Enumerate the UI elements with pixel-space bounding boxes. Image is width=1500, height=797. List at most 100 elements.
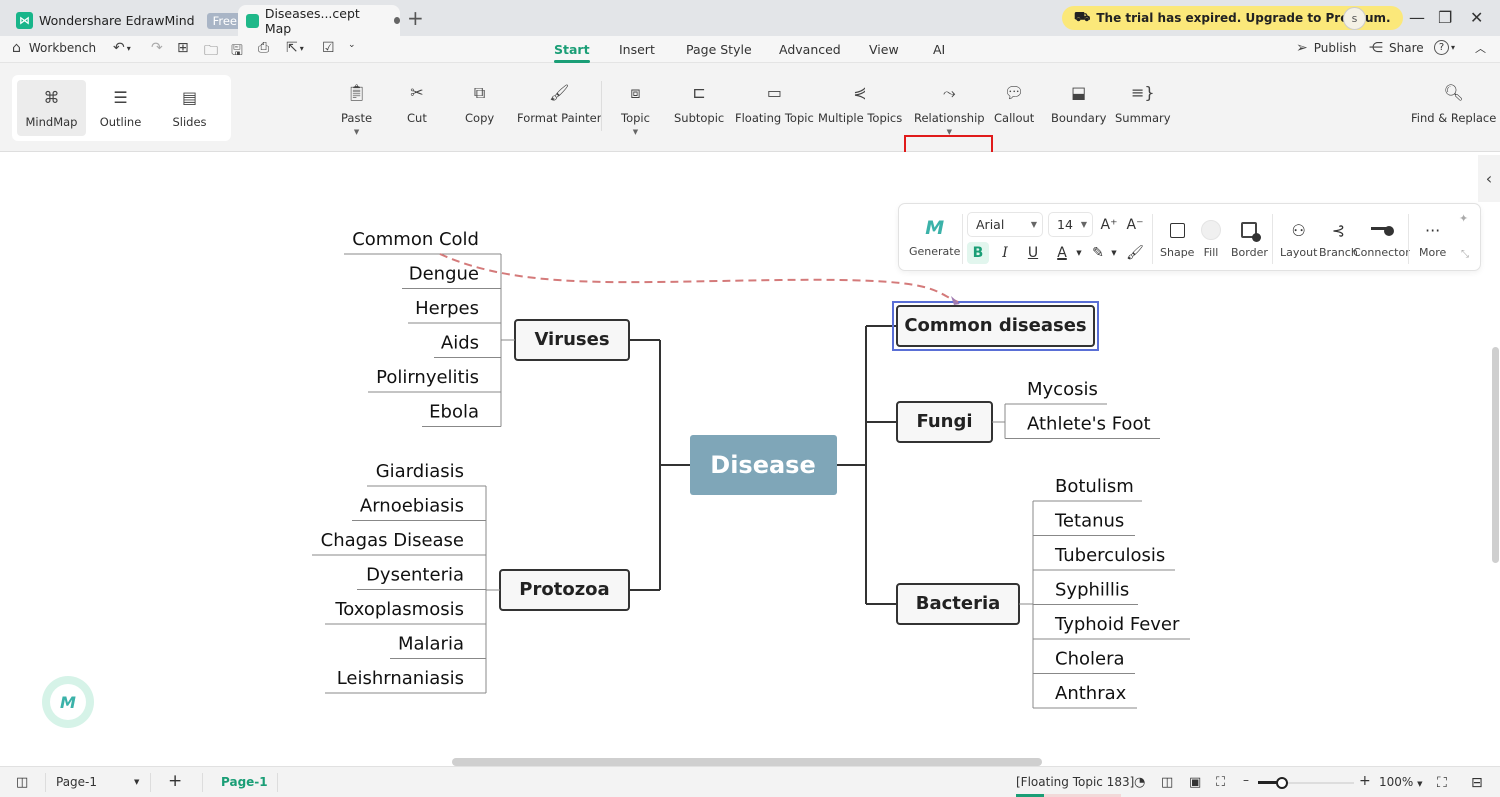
share-button[interactable]: ⋲ Share	[1369, 40, 1424, 56]
new-file-button[interactable]: ⊞	[177, 40, 189, 56]
zoom-slider-handle[interactable]	[1276, 777, 1288, 789]
format-painter-button[interactable]: 🖌︎ Format Painter	[517, 83, 601, 125]
topic-button[interactable]: ⧈ Topic ▼	[621, 83, 650, 136]
clear-format-button[interactable]: 🖌︎	[1124, 242, 1146, 264]
more-button[interactable]: ··· More	[1419, 218, 1446, 260]
tab-view[interactable]: View	[869, 42, 899, 57]
copy-button[interactable]: ⧉ Copy	[465, 83, 494, 125]
fullscreen-button[interactable]: ⛶	[1437, 775, 1447, 791]
subtopic[interactable]: Giardiasis	[376, 461, 464, 482]
subtopic[interactable]: Mycosis	[1027, 379, 1098, 400]
chevron-down-icon[interactable]: ▼	[1103, 242, 1125, 264]
find-replace-button[interactable]: 🔍︎ Find & Replace	[1411, 83, 1496, 125]
tab-ai[interactable]: AI	[933, 42, 945, 57]
subtopic[interactable]: Dengue	[409, 264, 479, 285]
branch-button[interactable]: ⊰ Branch	[1319, 218, 1358, 260]
zoom-slider[interactable]	[1258, 777, 1354, 789]
close-window-button[interactable]: ✕	[1470, 8, 1483, 27]
redo-button[interactable]: ↷	[151, 40, 163, 56]
document-tab[interactable]: Diseases...cept Map	[238, 5, 400, 36]
user-avatar[interactable]: s	[1343, 7, 1366, 30]
relationship-button[interactable]: ⤳ Relationship ▼	[914, 83, 985, 136]
relationship-line[interactable]	[439, 253, 959, 303]
restore-button[interactable]: ❐	[1438, 8, 1452, 27]
boundary-button[interactable]: ⬓ Boundary	[1051, 83, 1106, 125]
new-tab-button[interactable]: +	[407, 6, 424, 30]
bold-button[interactable]: B	[967, 242, 989, 264]
subtopic[interactable]: Common Cold	[352, 229, 479, 250]
subtopic[interactable]: Leishrnaniasis	[337, 668, 464, 689]
subtopic-button[interactable]: ⊏ Subtopic	[674, 83, 724, 125]
minimize-button[interactable]: —	[1409, 8, 1425, 27]
subtopic[interactable]: Typhoid Fever	[1054, 614, 1180, 635]
subtopic[interactable]: Toxoplasmosis	[334, 599, 464, 620]
subtopic[interactable]: Cholera	[1055, 649, 1125, 670]
fill-button[interactable]: Fill	[1201, 218, 1221, 259]
page-panel-toggle[interactable]: ◫	[16, 775, 28, 790]
font-size-select[interactable]: 14 ▼	[1048, 212, 1093, 237]
checklist-button[interactable]: ☑	[322, 40, 335, 56]
workbench-button[interactable]: ⌂ Workbench	[12, 40, 96, 56]
theme-button[interactable]: ◔	[1134, 775, 1145, 790]
shape-button[interactable]: Shape	[1160, 218, 1194, 259]
add-page-button[interactable]: +	[168, 771, 182, 791]
subtopic[interactable]: Dysenteria	[366, 565, 464, 586]
publish-button[interactable]: ➢ Publish	[1296, 40, 1357, 56]
cut-button[interactable]: ✂ Cut	[407, 83, 427, 125]
customize-quickbar-button[interactable]: ⌄	[348, 40, 356, 50]
main-topic-protozoa-label[interactable]: Protozoa	[519, 579, 609, 600]
subtopic[interactable]: Botulism	[1055, 476, 1134, 497]
generate-button[interactable]: M Generate	[909, 216, 960, 258]
page-tab-active[interactable]: Page-1	[221, 775, 268, 789]
open-file-button[interactable]: 🗀	[204, 40, 218, 64]
help-button[interactable]: ? ▾	[1434, 40, 1455, 55]
view-mindmap-button[interactable]: ⌘ MindMap	[17, 80, 86, 136]
horizontal-scrollbar[interactable]	[452, 758, 1042, 766]
subtopic[interactable]: Chagas Disease	[321, 530, 464, 551]
connector-button[interactable]: Connector	[1353, 218, 1410, 259]
underline-button[interactable]: U	[1022, 242, 1044, 264]
print-button[interactable]: ⎙	[258, 40, 269, 56]
export-button[interactable]: ⇱ ▾	[286, 40, 304, 56]
border-button[interactable]: Border	[1231, 218, 1268, 259]
subtopic[interactable]: Arnoebiasis	[360, 496, 464, 517]
multiple-topics-button[interactable]: ⋞ Multiple Topics	[818, 83, 902, 125]
subtopic[interactable]: Herpes	[415, 298, 479, 319]
increase-font-button[interactable]: A⁺	[1098, 214, 1120, 236]
ai-assistant-bubble[interactable]: M	[42, 676, 94, 728]
subtopic[interactable]: Tetanus	[1054, 511, 1124, 532]
layout-button[interactable]: ⚇ Layout	[1280, 218, 1317, 260]
subtopic[interactable]: Syphillis	[1055, 580, 1129, 601]
vertical-scrollbar[interactable]	[1492, 347, 1499, 563]
undo-button[interactable]: ↶ ▾	[113, 40, 131, 56]
tab-insert[interactable]: Insert	[619, 42, 655, 57]
pin-toolbar-button[interactable]: ✦	[1459, 212, 1468, 225]
main-topic-bacteria-label[interactable]: Bacteria	[916, 593, 1001, 614]
main-topic-common-diseases-label[interactable]: Common diseases	[904, 315, 1086, 336]
subtopic[interactable]: Anthrax	[1055, 683, 1127, 704]
floating-topic-button[interactable]: ▭ Floating Topic	[735, 83, 814, 125]
view-slides-button[interactable]: ▤ Slides	[155, 80, 224, 136]
decrease-font-button[interactable]: A⁻	[1124, 214, 1146, 236]
subtopic[interactable]: Ebola	[429, 402, 479, 423]
side-panel-toggle[interactable]: ‹	[1478, 155, 1500, 202]
italic-button[interactable]: I	[994, 242, 1016, 264]
subtopic[interactable]: Malaria	[398, 634, 464, 655]
book-view-button[interactable]: ◫	[1161, 775, 1173, 790]
tab-page-style[interactable]: Page Style	[686, 42, 752, 57]
central-topic-label[interactable]: Disease	[710, 451, 815, 479]
collapse-toolbar-button[interactable]: ⤡	[1461, 249, 1469, 260]
tab-start[interactable]: Start	[554, 42, 590, 63]
subtopic[interactable]: Aids	[441, 333, 479, 354]
subtopic[interactable]: Tuberculosis	[1054, 545, 1165, 566]
fit-screen-button[interactable]: ⛶	[1216, 775, 1225, 790]
main-topic-viruses-label[interactable]: Viruses	[534, 329, 609, 350]
view-outline-button[interactable]: ☰ Outline	[86, 80, 155, 136]
subtopic[interactable]: Polirnyelitis	[376, 367, 479, 388]
zoom-out-button[interactable]: –	[1243, 773, 1249, 787]
zoom-level-select[interactable]: 100% ▼	[1379, 775, 1423, 789]
collapse-ribbon-button[interactable]: ︿	[1475, 40, 1486, 56]
zoom-in-button[interactable]: +	[1359, 773, 1371, 789]
main-topic-fungi-label[interactable]: Fungi	[916, 411, 972, 432]
fit-page-button[interactable]: ▣	[1189, 775, 1201, 790]
